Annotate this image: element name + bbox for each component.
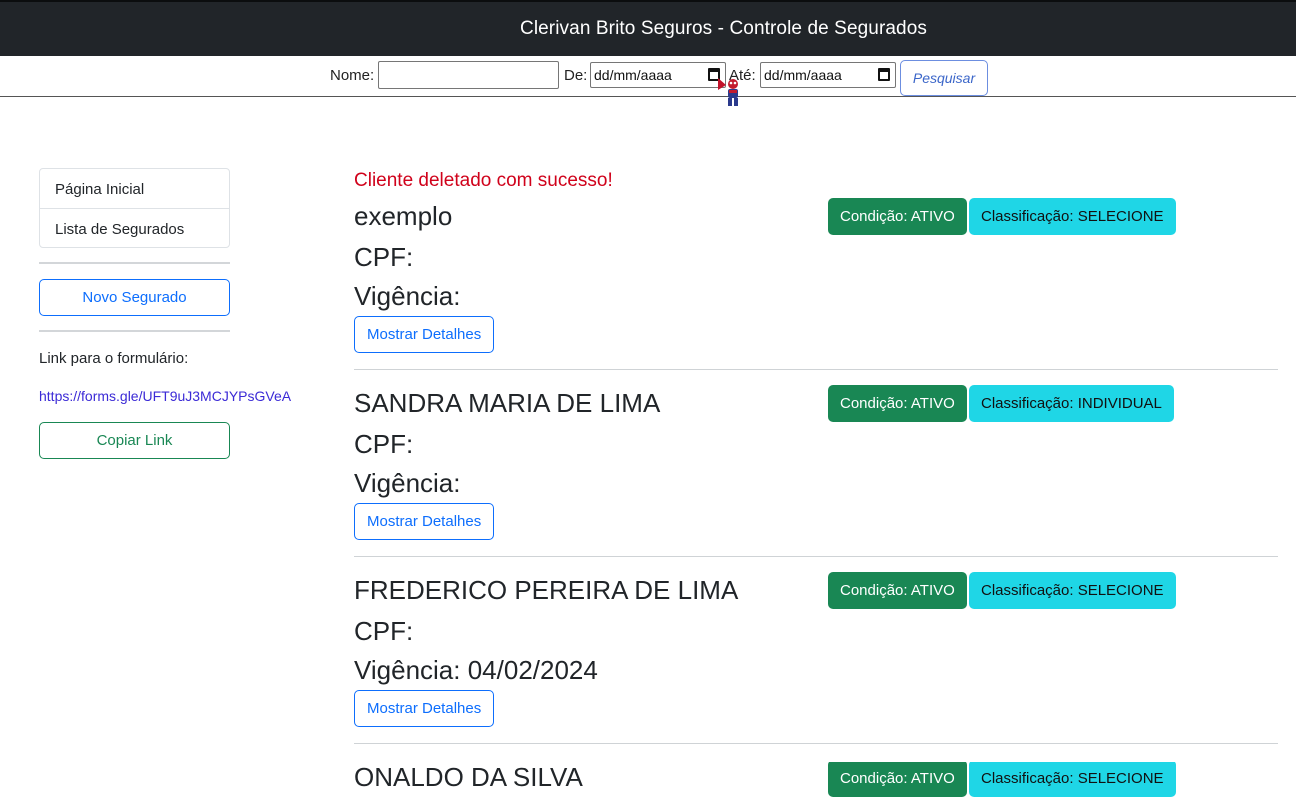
client-name: FREDERICO PEREIRA DE LIMA [354,575,739,605]
mascot-cursor-icon [718,78,738,106]
show-details-button[interactable]: Mostrar Detalhes [354,503,495,540]
client-card: SANDRA MARIA DE LIMA CPF: Vigência: Most… [354,385,1278,575]
search-button[interactable]: Pesquisar [900,60,988,96]
filter-bar: Nome: De: dd/mm/aaaa Até: dd/mm/aaaa Pes… [0,56,1296,97]
form-link[interactable]: https://forms.gle/UFT9uJ3MCJYPsGVeA [39,388,291,404]
classification-badge: Classificação: SELECIONE [969,762,1176,797]
navbar: Clerivan Brito Seguros - Controle de Seg… [0,0,1296,56]
name-input[interactable] [378,61,559,89]
page-title: Clerivan Brito Seguros - Controle de Seg… [520,18,927,39]
client-card: FREDERICO PEREIRA DE LIMA CPF: Vigência:… [354,572,1278,762]
client-name: SANDRA MARIA DE LIMA [354,388,661,418]
to-date-input[interactable]: dd/mm/aaaa [760,62,896,88]
calendar-icon[interactable] [878,68,890,81]
client-name: exemplo [354,201,453,231]
condition-badge: Condição: ATIVO [828,385,967,422]
sidebar-item-home[interactable]: Página Inicial [40,169,229,208]
condition-badge: Condição: ATIVO [828,572,967,609]
sidebar-item-insured-list[interactable]: Lista de Segurados [40,208,229,247]
divider [39,330,230,332]
condition-badge: Condição: ATIVO [828,762,967,797]
client-name: ONALDO DA SILVA [354,762,583,792]
divider [354,743,1278,744]
classification-badge: Classificação: SELECIONE [969,572,1176,609]
client-cpf: CPF: [354,242,414,272]
client-card: exemplo CPF: Vigência: Mostrar Detalhes … [354,198,1278,388]
sidebar-nav: Página Inicial Lista de Segurados [39,168,230,248]
divider [39,262,230,264]
form-link-label: Link para o formulário: [39,350,189,367]
client-cpf: CPF: [354,616,414,646]
divider [354,556,1278,557]
client-vigencia: Vigência: 04/02/2024 [354,655,598,685]
from-date-label: De: [564,67,588,84]
classification-badge: Classificação: SELECIONE [969,198,1176,235]
from-date-value: dd/mm/aaaa [594,67,672,83]
condition-badge: Condição: ATIVO [828,198,967,235]
show-details-button[interactable]: Mostrar Detalhes [354,690,495,727]
copy-link-button[interactable]: Copiar Link [39,422,230,459]
classification-badge: Classificação: INDIVIDUAL [969,385,1174,422]
client-card: ONALDO DA SILVA Condição: ATIVO Classifi… [354,762,1278,806]
client-cpf: CPF: [354,429,414,459]
name-label: Nome: [330,67,375,84]
to-date-value: dd/mm/aaaa [764,67,842,83]
client-vigencia: Vigência: [354,468,461,498]
new-insured-button[interactable]: Novo Segurado [39,279,230,316]
client-vigencia: Vigência: [354,281,461,311]
success-alert: Cliente deletado com sucesso! [354,170,613,191]
from-date-input[interactable]: dd/mm/aaaa [590,62,726,88]
show-details-button[interactable]: Mostrar Detalhes [354,316,495,353]
divider [354,369,1278,370]
